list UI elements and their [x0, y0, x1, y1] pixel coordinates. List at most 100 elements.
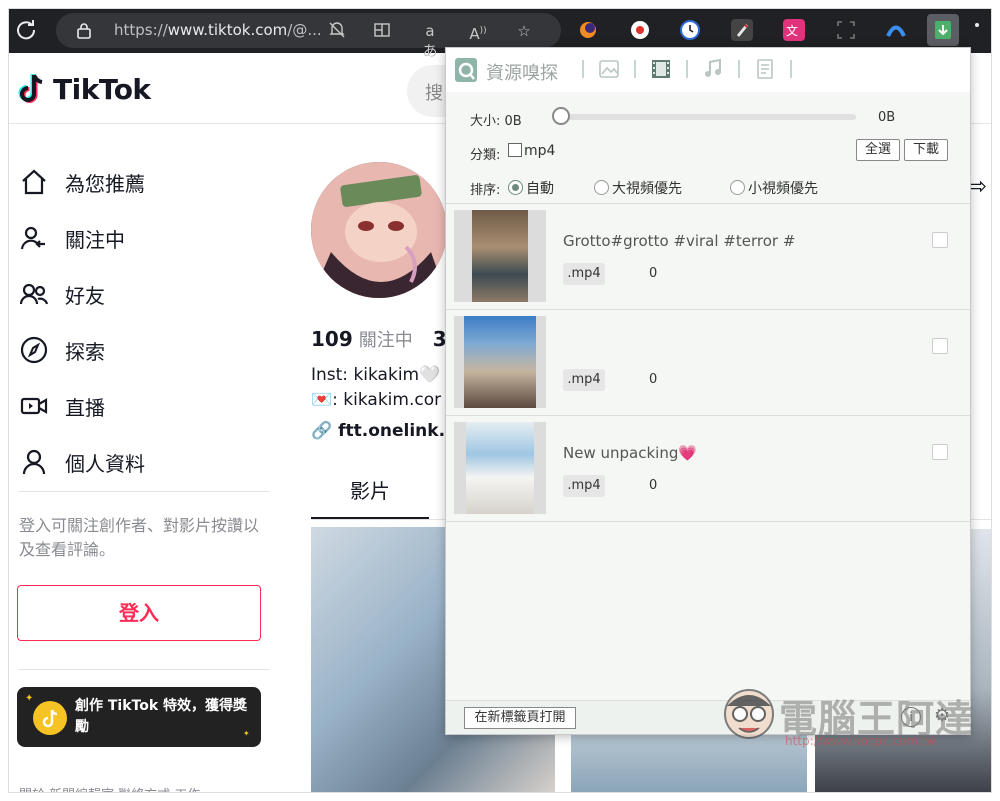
- effects-promo-banner[interactable]: 創作 TikTok 特效，獲得獎勵 ✦ ✦: [17, 687, 261, 747]
- favorite-star-icon[interactable]: ☆: [514, 21, 534, 41]
- address-bar[interactable]: https://www.tiktok.com/@... aあ A)) ☆: [56, 13, 561, 60]
- profile-link[interactable]: 🔗 ftt.onelink.m: [311, 421, 463, 441]
- nav-item-following[interactable]: 關注中: [19, 210, 269, 266]
- sort-option-label: 大視頻優先: [612, 181, 682, 197]
- resource-list-item[interactable]: New unpacking💗 .mp4 0: [446, 416, 970, 522]
- resource-name: Grotto#grotto #viral #terror #: [563, 232, 796, 250]
- resource-size: 0: [649, 266, 658, 281]
- live-icon: [20, 397, 48, 415]
- link-icon: 🔗: [311, 421, 333, 441]
- promo-text: 創作 TikTok 特效，獲得獎勵: [75, 698, 248, 735]
- browser-window: https://www.tiktok.com/@... aあ A)) ☆ 文 T…: [8, 8, 992, 793]
- lock-icon[interactable]: [76, 22, 92, 39]
- image-tab-icon[interactable]: [598, 58, 620, 80]
- tab-videos[interactable]: 影片: [311, 475, 429, 519]
- size-slider-track[interactable]: [566, 114, 856, 120]
- login-button[interactable]: 登入: [17, 585, 261, 641]
- profile-icon: [22, 449, 46, 475]
- read-aloud-icon[interactable]: A)): [468, 21, 488, 43]
- search-placeholder: 搜: [425, 83, 443, 104]
- nav-label: 個人資料: [65, 451, 145, 476]
- video-tab-icon[interactable]: [650, 58, 672, 80]
- checkbox-box[interactable]: [508, 143, 522, 157]
- svg-text:文: 文: [786, 23, 798, 38]
- resource-checkbox[interactable]: [932, 338, 948, 354]
- extension-pen-icon[interactable]: [731, 19, 753, 41]
- nav-item-explore[interactable]: 探索: [19, 322, 269, 378]
- translate-icon[interactable]: aあ: [420, 21, 440, 60]
- extension-record-icon[interactable]: [629, 19, 651, 41]
- extension-clock-icon[interactable]: [679, 19, 701, 41]
- nav-item-for-you[interactable]: 為您推薦: [19, 154, 269, 210]
- resource-thumbnail: [454, 210, 546, 302]
- resource-format-badge: .mp4: [563, 475, 605, 497]
- nav-label: 好友: [65, 283, 105, 308]
- watermark-url: http://www.kocpc.com.tw: [785, 734, 937, 748]
- sort-option-label: 小視頻優先: [748, 181, 818, 197]
- tab-divider: [686, 60, 688, 78]
- filter-label: 分類:: [470, 148, 501, 163]
- tab-divider: [790, 60, 792, 78]
- size-label: 大小: 0B: [470, 114, 522, 129]
- select-all-button[interactable]: 全選: [856, 139, 900, 161]
- nav-item-live[interactable]: 直播: [19, 378, 269, 434]
- following-label: 關注中: [358, 330, 413, 351]
- resource-format-badge: .mp4: [563, 263, 605, 285]
- download-button[interactable]: 下載: [904, 139, 948, 161]
- resource-thumbnail: [454, 422, 546, 514]
- extension-capture-icon[interactable]: [835, 19, 857, 41]
- open-in-new-tab-button[interactable]: 在新標籤頁打開: [464, 707, 576, 729]
- resource-sniffer-popup: 資源嗅探 大小: 0B 0B 分類: mp4 全選 下載 排序: 自動 大視頻優…: [445, 47, 971, 735]
- sniffer-logo-icon: [454, 57, 478, 83]
- size-slider-handle[interactable]: [552, 107, 570, 125]
- extension-translate-icon[interactable]: 文: [783, 19, 805, 41]
- following-count: 109: [311, 327, 353, 351]
- sort-large-first-radio[interactable]: 大視頻優先: [594, 178, 682, 198]
- radio-unselected[interactable]: [730, 180, 745, 195]
- sidebar-divider: [19, 491, 269, 492]
- sparkle-icon: ✦: [243, 729, 250, 738]
- sort-small-first-radio[interactable]: 小視頻優先: [730, 178, 818, 198]
- extension-resource-sniffer-icon[interactable]: [927, 14, 959, 46]
- thumbnail-image: [466, 422, 534, 514]
- popup-header: 資源嗅探: [446, 48, 970, 92]
- extension-arc-icon[interactable]: [885, 19, 907, 41]
- more-menu-icon[interactable]: [975, 23, 979, 27]
- music-tab-icon[interactable]: [702, 58, 724, 80]
- tiktok-logo[interactable]: TikTok: [17, 69, 151, 109]
- radio-unselected[interactable]: [594, 180, 609, 195]
- footer-links[interactable]: 關於 新聞編輯室 聯絡方式 工作: [19, 784, 200, 792]
- thumbnail-image: [464, 316, 536, 408]
- resource-checkbox[interactable]: [932, 444, 948, 460]
- nav-label: 關注中: [65, 227, 125, 252]
- sort-auto-radio[interactable]: 自動: [508, 178, 554, 198]
- resource-name: New unpacking💗: [563, 444, 698, 462]
- extension-firefox-icon[interactable]: [577, 19, 599, 41]
- reload-icon[interactable]: [15, 19, 37, 41]
- split-screen-icon[interactable]: [372, 21, 392, 41]
- nav-item-profile[interactable]: 個人資料: [19, 434, 269, 490]
- resource-checkbox[interactable]: [932, 232, 948, 248]
- sort-option-label: 自動: [526, 181, 554, 197]
- site-watermark: 電腦王阿達 http://www.kocpc.com.tw: [719, 684, 981, 754]
- mute-icon[interactable]: [327, 21, 347, 41]
- nav-item-friends[interactable]: 好友: [19, 266, 269, 322]
- sidebar-nav: 為您推薦 關注中 好友 探索 直播 個人資料: [19, 154, 269, 490]
- thumbnail-image: [472, 210, 528, 302]
- filter-mp4-checkbox[interactable]: mp4: [508, 143, 555, 159]
- size-max-label: 0B: [878, 110, 896, 125]
- radio-selected[interactable]: [508, 180, 523, 195]
- resource-list-item[interactable]: Grotto#grotto #viral #terror # .mp4 0: [446, 204, 970, 310]
- sidebar-divider: [19, 669, 269, 670]
- bio-line: 💌: kikakim.cor: [311, 390, 442, 410]
- profile-stats: 109 關注中 3: [311, 326, 453, 352]
- login-tip-text: 登入可關注創作者、對影片按讚以及查看評論。: [19, 516, 260, 559]
- friends-icon: [19, 283, 49, 305]
- resource-list-item[interactable]: .mp4 0: [446, 310, 970, 416]
- tiktok-note-icon: [17, 72, 47, 106]
- profile-avatar[interactable]: [311, 162, 447, 298]
- tab-divider: [738, 60, 740, 78]
- mascot-icon: [724, 689, 774, 739]
- url-text[interactable]: https://www.tiktok.com/@...: [114, 21, 322, 39]
- document-tab-icon[interactable]: [754, 58, 776, 80]
